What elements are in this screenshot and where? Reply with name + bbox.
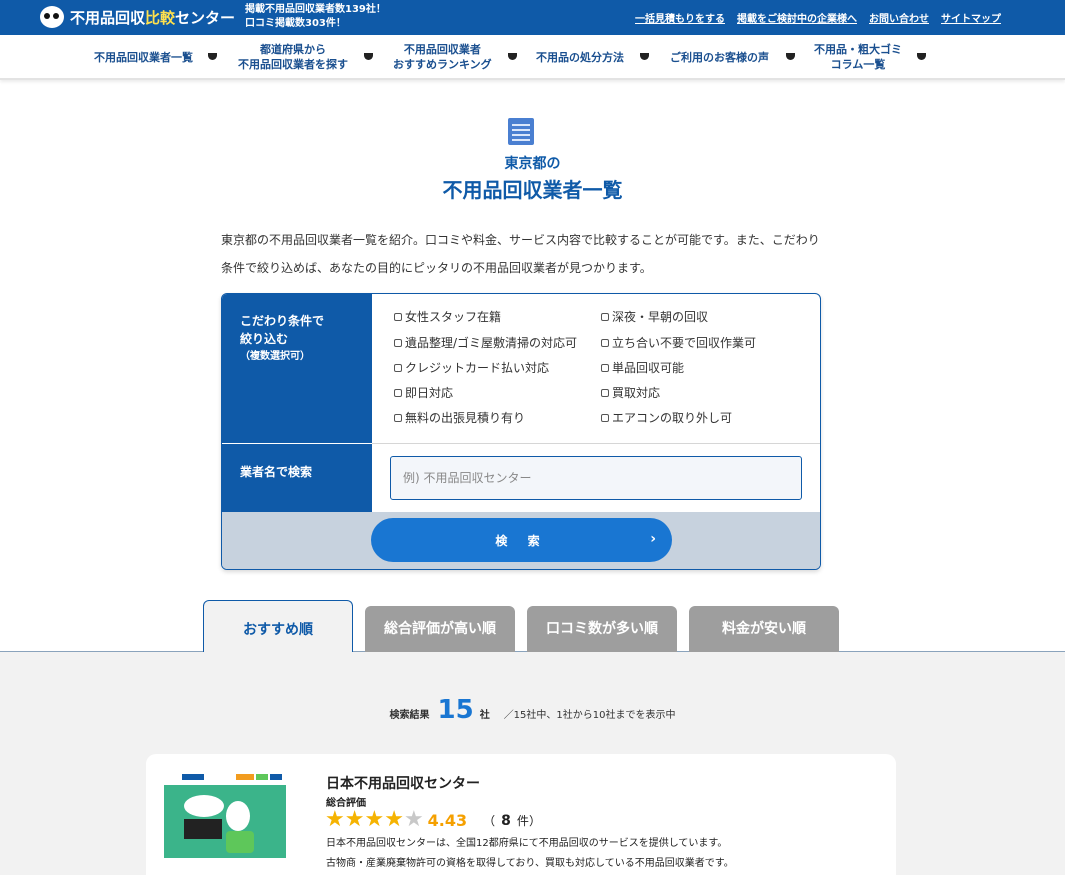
checkbox-free-estimate[interactable]: 無料の出張見積り有り <box>394 409 525 426</box>
name-search-label: 業者名で検索 <box>240 465 313 479</box>
nav-item-list[interactable]: 不用品回収業者一覧 <box>94 50 193 65</box>
checkbox-icon[interactable] <box>601 388 609 397</box>
page-subtitle: 東京都の <box>504 156 561 172</box>
tab-lowest-price[interactable]: 料金が安い順 <box>689 606 839 652</box>
chevron-right-icon: › <box>650 531 656 547</box>
checkbox-credit-card[interactable]: クレジットカード払い対応 <box>394 359 549 376</box>
filter-footer: 検 索 › <box>222 512 820 569</box>
checkbox-same-day[interactable]: 即日対応 <box>394 384 453 401</box>
nav-separator-icon <box>364 53 373 60</box>
company-name-search-input[interactable] <box>390 456 802 500</box>
link-sitemap[interactable]: サイトマップ <box>941 10 1001 25</box>
search-button[interactable]: 検 索 › <box>371 518 672 562</box>
nav-separator-icon <box>508 53 517 60</box>
checkbox-icon[interactable] <box>601 363 609 372</box>
stats-reviews: 口コミ掲載数303件！ <box>245 18 346 29</box>
name-search-label-cell: 業者名で検索 <box>222 444 372 512</box>
stats-companies: 掲載不用品回収業者数139社！ <box>245 4 386 15</box>
nav-separator-icon <box>917 53 926 60</box>
company-card[interactable]: 日本不用品回収センター 総合評価 ★ ★ ★ ★ ★ 4.43 （8 件） 日本不… <box>146 754 896 875</box>
nav-item-ranking[interactable]: 不用品回収業者 おすすめランキング <box>393 42 492 72</box>
filter-panel: こだわり条件で 絞り込む （複数選択可） 女性スタッフ在籍 深夜・早朝の回収 遺… <box>221 293 821 570</box>
result-count: 検索結果 15 社 ／15社中、1社から10社までを表示中 <box>0 695 1065 725</box>
link-for-companies[interactable]: 掲載をご検討中の企業様へ <box>737 10 857 25</box>
panda-icon <box>40 6 64 28</box>
search-button-label: 検 索 <box>495 533 548 548</box>
nav-separator-icon <box>208 53 217 60</box>
star-icon: ★ <box>325 807 345 832</box>
page-description: 東京都の不用品回収業者一覧を紹介。口コミや料金、サービス内容で比較することが可能… <box>221 233 820 275</box>
nav-item-column[interactable]: 不用品・粗大ゴミ コラム一覧 <box>814 42 902 72</box>
rating: ★ ★ ★ ★ ★ 4.43 （8 件） <box>325 809 541 831</box>
checkbox-estate-cleaning[interactable]: 遺品整理/ゴミ屋敷清掃の対応可 <box>394 334 577 351</box>
filter-conditions-label-cell: こだわり条件で 絞り込む （複数選択可） <box>222 294 372 443</box>
checkbox-icon[interactable] <box>394 413 402 422</box>
checkbox-no-attendance[interactable]: 立ち合い不要で回収作業可 <box>601 334 756 351</box>
checkbox-icon[interactable] <box>394 388 402 397</box>
mascot-icon <box>226 801 250 831</box>
top-links: 一括見積もりをする 掲載をご検討中の企業様へ お問い合わせ サイトマップ <box>635 10 1001 25</box>
checkbox-icon[interactable] <box>601 338 609 347</box>
checkbox-icon[interactable] <box>394 312 402 321</box>
rating-value: 4.43 <box>427 810 468 830</box>
checkbox-single-item[interactable]: 単品回収可能 <box>601 359 684 376</box>
link-bulk-estimate[interactable]: 一括見積もりをする <box>635 10 725 25</box>
checkbox-female-staff[interactable]: 女性スタッフ在籍 <box>394 308 501 325</box>
result-count-number: 15 <box>437 695 474 725</box>
checkbox-aircon-removal[interactable]: エアコンの取り外し可 <box>601 409 732 426</box>
checkbox-icon[interactable] <box>394 363 402 372</box>
top-bar: 不用品回収比較センター 掲載不用品回収業者数139社！ 口コミ掲載数303件！ … <box>0 0 1065 35</box>
nav-item-disposal[interactable]: 不用品の処分方法 <box>536 50 624 65</box>
site-stats: 掲載不用品回収業者数139社！ 口コミ掲載数303件！ <box>245 3 386 31</box>
checkbox-icon[interactable] <box>601 413 609 422</box>
nav-item-prefecture[interactable]: 都道府県から 不用品回収業者を探す <box>238 42 348 72</box>
star-icon: ★ <box>364 807 385 832</box>
review-count[interactable]: （8 件） <box>483 812 541 829</box>
company-description: 日本不用品回収センターは、全国12都府県にて不用品回収のサービスを提供しています… <box>326 838 734 869</box>
filter-label-line2: 絞り込む <box>240 332 289 346</box>
checkbox-icon[interactable] <box>601 312 609 321</box>
filter-label-note: （複数選択可） <box>240 351 310 362</box>
list-icon <box>508 118 534 145</box>
nav-separator-icon <box>786 53 795 60</box>
link-contact[interactable]: お問い合わせ <box>869 10 929 25</box>
tab-top-rated[interactable]: 総合評価が高い順 <box>365 606 515 652</box>
checkbox-buyback[interactable]: 買取対応 <box>601 384 660 401</box>
result-count-note: ／15社中、1社から10社までを表示中 <box>503 710 676 721</box>
page-title: 不用品回収業者一覧 <box>442 178 623 202</box>
tab-most-reviews[interactable]: 口コミ数が多い順 <box>527 606 677 652</box>
star-icon: ★ <box>384 807 404 832</box>
result-count-label: 検索結果 <box>389 710 430 721</box>
nav-item-voices[interactable]: ご利用のお客様の声 <box>670 50 769 65</box>
tab-recommended[interactable]: おすすめ順 <box>203 600 353 652</box>
site-logo[interactable]: 不用品回収比較センター <box>40 5 235 29</box>
main-nav: 不用品回収業者一覧 都道府県から 不用品回収業者を探す 不用品回収業者 おすすめラン… <box>0 35 1065 80</box>
nav-separator-icon <box>640 53 649 60</box>
logo-text: 不用品回収比較センター <box>70 8 236 27</box>
recycle-icon <box>226 831 254 853</box>
checkbox-late-night[interactable]: 深夜・早朝の回収 <box>601 308 708 325</box>
star-empty-icon: ★ <box>403 807 424 832</box>
company-name[interactable]: 日本不用品回収センター <box>326 773 480 793</box>
result-count-unit: 社 <box>479 710 490 721</box>
filter-label-line1: こだわり条件で <box>240 314 325 328</box>
star-icon: ★ <box>344 807 365 832</box>
checkbox-icon[interactable] <box>394 338 402 347</box>
company-thumbnail[interactable] <box>164 771 286 858</box>
